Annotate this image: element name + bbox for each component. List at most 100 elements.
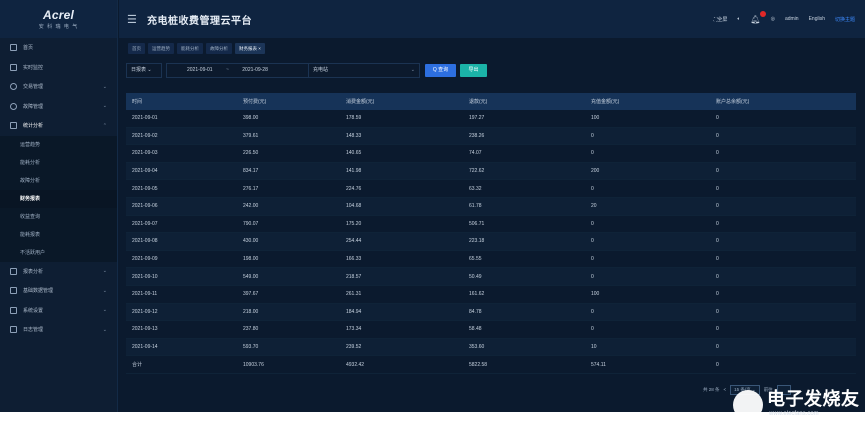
- tab-finance[interactable]: 财务报表 ×: [235, 43, 265, 54]
- table-cell: 0: [716, 344, 719, 351]
- table-cell: 218.57: [346, 273, 362, 280]
- table-cell: 4932.42: [346, 361, 365, 368]
- table-cell: 2021-09-02: [132, 132, 158, 139]
- table-cell: 0: [591, 273, 594, 280]
- bell-icon[interactable]: 🔔︎: [750, 10, 766, 24]
- sidebar-subitem-trend[interactable]: 运营趋势: [0, 135, 117, 154]
- table-row: 2021-09-14 593.70 239.52 353.60 10 0: [126, 338, 856, 357]
- table-row: 2021-09-06 242.00 104.68 61.78 20 0: [126, 197, 856, 216]
- table-cell: 790.07: [243, 220, 259, 227]
- sidebar-subitem-inactive[interactable]: 不活跃用户: [0, 243, 117, 262]
- col-header-recharge: 充值金额(元): [591, 99, 620, 105]
- export-button[interactable]: 导出: [460, 64, 487, 77]
- sidebar-item-base-data[interactable]: 基础数据管理 ⌄: [0, 281, 117, 301]
- theme-switch-link[interactable]: 切换主题: [835, 16, 855, 23]
- table-cell: 0: [716, 132, 719, 139]
- prev-page-button[interactable]: <: [724, 387, 727, 392]
- menu-icon[interactable]: ☰: [127, 13, 141, 26]
- table-cell: 2021-09-04: [132, 168, 158, 175]
- table-cell: 239.52: [346, 344, 362, 351]
- sidebar-subitem-fault-analysis[interactable]: 故障分析: [0, 171, 117, 190]
- table-cell: 226.50: [243, 150, 259, 157]
- sound-icon[interactable]: 🔈︎: [737, 16, 740, 22]
- station-label: 充电站: [313, 67, 329, 73]
- table-cell: 397.67: [243, 291, 259, 298]
- table-cell: 141.98: [346, 168, 362, 175]
- table-cell: 0: [591, 185, 594, 192]
- table-cell: 2021-09-09: [132, 256, 158, 263]
- table-cell: 223.18: [469, 238, 485, 245]
- chevron-down-icon: ⌄: [102, 103, 107, 110]
- table-cell: 173.34: [346, 326, 362, 333]
- chevron-up-icon: ⌃: [102, 122, 107, 129]
- sidebar-item-home[interactable]: 首页: [0, 38, 117, 58]
- user-icon[interactable]: ◎: [771, 16, 775, 22]
- top-header: ☰ 充电桩收费管理云平台 ⛶全屏 🔈︎ 🔔︎ ◎ admin English 切…: [119, 0, 865, 38]
- sidebar-item-label: 统计分析: [23, 123, 44, 130]
- table-row: 2021-09-02 379.61 148.33 238.26 0 0: [126, 127, 856, 146]
- table-cell: 0: [591, 326, 594, 333]
- sidebar-item-monitor[interactable]: 实时监控: [0, 58, 117, 78]
- date-range-picker[interactable]: 2021-09-01 ~ 2021-09-28 ▭: [166, 63, 321, 78]
- table-cell: 549.00: [243, 273, 259, 280]
- sidebar-item-fault[interactable]: 故障管理 ⌄: [0, 97, 117, 117]
- chevron-down-icon: ⌄: [102, 326, 107, 333]
- sidebar-item-report[interactable]: 报表分析 ⌄: [0, 262, 117, 282]
- sidebar-subitem-energy[interactable]: 能耗分析: [0, 153, 117, 172]
- sidebar-subitem-energy-report[interactable]: 能耗报表: [0, 225, 117, 244]
- query-button[interactable]: Q 查询: [425, 64, 456, 77]
- station-select[interactable]: 充电站 ⌄: [308, 63, 420, 78]
- logo[interactable]: Acrel 安 科 瑞 电 气: [0, 0, 117, 38]
- table-cell: 58.48: [469, 326, 482, 333]
- sidebar-item-logs[interactable]: 日志管理 ⌄: [0, 320, 117, 340]
- watermark-logo-icon: [733, 390, 763, 420]
- total-count: 共 28 条: [703, 386, 720, 392]
- sidebar-item-label: 交易管理: [23, 84, 44, 91]
- table-cell: 198.00: [243, 256, 259, 263]
- sidebar-subitem-finance[interactable]: 财务报表: [0, 189, 117, 208]
- report-type-select[interactable]: 日报表 ⌄: [126, 63, 162, 78]
- tab-energy[interactable]: 能耗分析: [177, 43, 203, 54]
- table-header: 时间 预付费(元) 消费金额(元) 退款(元) 充值金额(元) 账户总余额(元): [126, 93, 856, 110]
- table-cell: 2021-09-06: [132, 203, 158, 210]
- username[interactable]: admin: [785, 16, 799, 22]
- sidebar-item-label: 报表分析: [23, 268, 44, 275]
- tab-bar: 首页 运营趋势 能耗分析 故障分析 财务报表 ×: [128, 43, 268, 55]
- chevron-down-icon: ⌄: [410, 67, 415, 73]
- table-cell: 0: [591, 308, 594, 315]
- table-cell: 0: [716, 238, 719, 245]
- table-cell: 5822.58: [469, 361, 488, 368]
- table-cell: 2021-09-01: [132, 115, 158, 122]
- table-row: 2021-09-01 398.00 178.59 197.27 100 0: [126, 110, 856, 128]
- sidebar-item-label: 日志管理: [23, 327, 44, 334]
- table-cell: 65.55: [469, 256, 482, 263]
- table-cell: 0: [716, 150, 719, 157]
- table-cell: 10: [591, 344, 597, 351]
- sidebar-item-label: 系统设置: [23, 307, 44, 314]
- tab-home[interactable]: 首页: [128, 43, 145, 54]
- sidebar-item-settings[interactable]: 系统设置 ⌄: [0, 301, 117, 321]
- date-separator: ~: [225, 67, 229, 73]
- fullscreen-button[interactable]: ⛶全屏: [714, 16, 728, 23]
- watermark-url: www.elecfans.com: [769, 411, 819, 417]
- language-switch[interactable]: English: [809, 16, 825, 22]
- tab-trend[interactable]: 运营趋势: [148, 43, 174, 54]
- table-cell: 74.07: [469, 150, 482, 157]
- table-row: 2021-09-12 218.00 184.94 84.78 0 0: [126, 303, 856, 322]
- sidebar-item-stats[interactable]: 统计分析 ⌃: [0, 116, 117, 136]
- col-header-refund: 退款(元): [469, 99, 488, 105]
- sidebar-subitem-revenue[interactable]: 收益查询: [0, 207, 117, 226]
- sidebar-item-trade[interactable]: 交易管理 ⌄: [0, 77, 117, 97]
- table-cell: 0: [591, 132, 594, 139]
- col-header-balance: 账户总余额(元): [716, 99, 750, 105]
- table-row: 合计 10903.76 4932.42 5822.58 574.11 0: [126, 356, 856, 374]
- table-cell: 237.80: [243, 326, 259, 333]
- table-cell: 261.31: [346, 291, 362, 298]
- table-cell: 254.44: [346, 238, 362, 245]
- date-to: 2021-09-28: [242, 67, 268, 73]
- table-cell: 0: [716, 291, 719, 298]
- table-cell: 2021-09-08: [132, 238, 158, 245]
- tab-fault[interactable]: 故障分析: [206, 43, 232, 54]
- table-cell: 2021-09-03: [132, 150, 158, 157]
- table-cell: 200: [591, 168, 600, 175]
